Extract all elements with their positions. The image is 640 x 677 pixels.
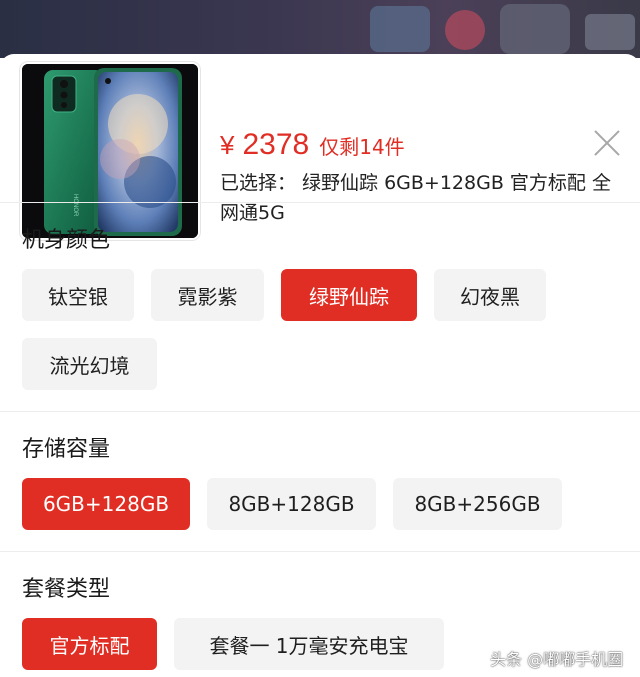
brand-label: HONOR [72, 194, 78, 217]
background-shape [500, 4, 570, 54]
product-image: HONOR [20, 62, 200, 240]
option-color-titanium-silver[interactable]: 钛空银 [22, 269, 134, 321]
background-page-blurred [0, 0, 640, 58]
option-bundle-standard-selected[interactable]: 官方标配 [22, 618, 157, 670]
divider [0, 551, 640, 552]
phone-illustration: HONOR [22, 64, 198, 238]
option-color-midnight-black[interactable]: 幻夜黑 [434, 269, 546, 321]
selected-summary: 已选择： 绿野仙踪 6GB+128GB 官方标配 全网通5G [220, 172, 611, 224]
stock-remaining: 仅剩14件 [319, 135, 405, 159]
background-shape [585, 14, 635, 50]
option-storage-8-256[interactable]: 8GB+256GB [393, 478, 562, 530]
divider [0, 411, 640, 412]
option-color-aurora[interactable]: 流光幻境 [22, 338, 157, 390]
option-color-forest-green-selected[interactable]: 绿野仙踪 [281, 269, 417, 321]
section-title-color: 机身颜色 [22, 228, 111, 253]
section-title-storage: 存储容量 [22, 437, 111, 462]
close-icon[interactable] [592, 128, 622, 158]
section-title-bundle: 套餐类型 [22, 577, 111, 602]
background-shape [445, 10, 485, 50]
currency-symbol: ¥ [220, 130, 235, 160]
background-shape [370, 6, 430, 52]
option-storage-6-128-selected[interactable]: 6GB+128GB [22, 478, 190, 530]
option-bundle-powerbank[interactable]: 套餐一 1万毫安充电宝 [174, 618, 444, 670]
price: 2378 [242, 128, 310, 161]
sku-selection-sheet: HONOR ¥ 2378 仅剩14件 已选择： 绿野仙踪 6GB+128GB 官… [0, 54, 640, 677]
option-color-neon-purple[interactable]: 霓影紫 [151, 269, 264, 321]
price-row: ¥ 2378 仅剩14件 [220, 128, 405, 162]
option-storage-8-128[interactable]: 8GB+128GB [207, 478, 376, 530]
divider [0, 202, 640, 203]
watermark: 头条 @嘟嘟手机圈 [490, 650, 624, 669]
